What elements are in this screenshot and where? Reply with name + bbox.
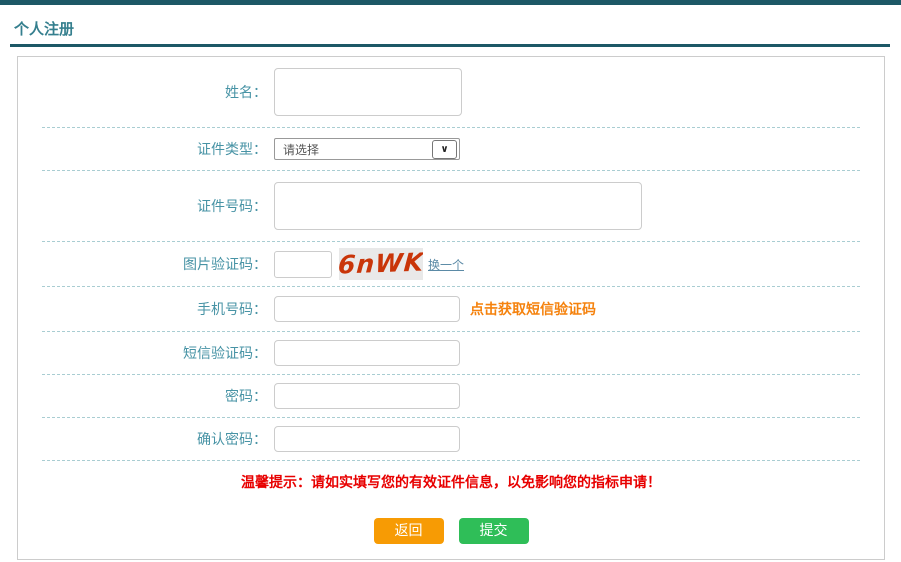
- phone-label: 手机号码：: [42, 299, 267, 319]
- form-row-captcha: 图片验证码： 6nWK 换一个: [42, 242, 860, 287]
- top-accent-bar: [0, 0, 901, 5]
- confirm-password-input[interactable]: [274, 426, 460, 452]
- captcha-text: 6nWK: [339, 248, 423, 280]
- back-button[interactable]: 返回: [374, 518, 444, 544]
- sms-code-label: 短信验证码：: [42, 343, 267, 363]
- cert-number-input[interactable]: [274, 182, 642, 230]
- chevron-down-icon: ∨: [432, 140, 457, 159]
- notice-row: 温馨提示：请如实填写您的有效证件信息，以免影响您的指标申请！: [42, 461, 860, 503]
- name-label: 姓名：: [42, 82, 267, 102]
- form-row-cert-type: 证件类型： 请选择 ∨: [42, 128, 860, 171]
- cert-type-control: 请选择 ∨: [274, 138, 460, 160]
- page-title: 个人注册: [14, 22, 901, 37]
- submit-button[interactable]: 提交: [459, 518, 529, 544]
- sms-code-input[interactable]: [274, 340, 460, 366]
- name-input[interactable]: [274, 68, 462, 116]
- cert-type-selected-value: 请选择: [283, 141, 319, 158]
- phone-input[interactable]: [274, 296, 460, 322]
- confirm-password-control: [274, 426, 460, 452]
- form-row-confirm-password: 确认密码：: [42, 418, 860, 461]
- cert-number-control: [274, 182, 642, 230]
- registration-page: 个人注册 姓名： 证件类型： 请选择 ∨ 证件号码： 图片验证码: [0, 0, 901, 560]
- captcha-input[interactable]: [274, 251, 332, 278]
- cert-type-label: 证件类型：: [42, 139, 267, 159]
- notice-text: 温馨提示：请如实填写您的有效证件信息，以免影响您的指标申请！: [241, 472, 661, 492]
- confirm-password-label: 确认密码：: [42, 429, 267, 449]
- captcha-image: 6nWK: [339, 248, 423, 280]
- captcha-label: 图片验证码：: [42, 254, 267, 274]
- captcha-control: 6nWK 换一个: [274, 248, 464, 280]
- password-control: [274, 383, 460, 409]
- name-control: [274, 68, 462, 116]
- form-row-phone: 手机号码： 点击获取短信验证码: [42, 287, 860, 332]
- cert-number-label: 证件号码：: [42, 196, 267, 216]
- sms-code-control: [274, 340, 460, 366]
- captcha-refresh-link[interactable]: 换一个: [428, 256, 464, 273]
- buttons-row: 返回 提交: [42, 503, 860, 559]
- form-row-sms-code: 短信验证码：: [42, 332, 860, 375]
- password-label: 密码：: [42, 386, 267, 406]
- form-row-name: 姓名：: [42, 57, 860, 128]
- registration-form-panel: 姓名： 证件类型： 请选择 ∨ 证件号码： 图片验证码：: [17, 56, 885, 560]
- form-row-cert-number: 证件号码：: [42, 171, 860, 242]
- form-row-password: 密码：: [42, 375, 860, 418]
- title-divider: [10, 44, 890, 47]
- phone-control: 点击获取短信验证码: [274, 296, 596, 322]
- password-input[interactable]: [274, 383, 460, 409]
- get-sms-code-action[interactable]: 点击获取短信验证码: [470, 299, 596, 319]
- cert-type-select[interactable]: 请选择 ∨: [274, 138, 460, 160]
